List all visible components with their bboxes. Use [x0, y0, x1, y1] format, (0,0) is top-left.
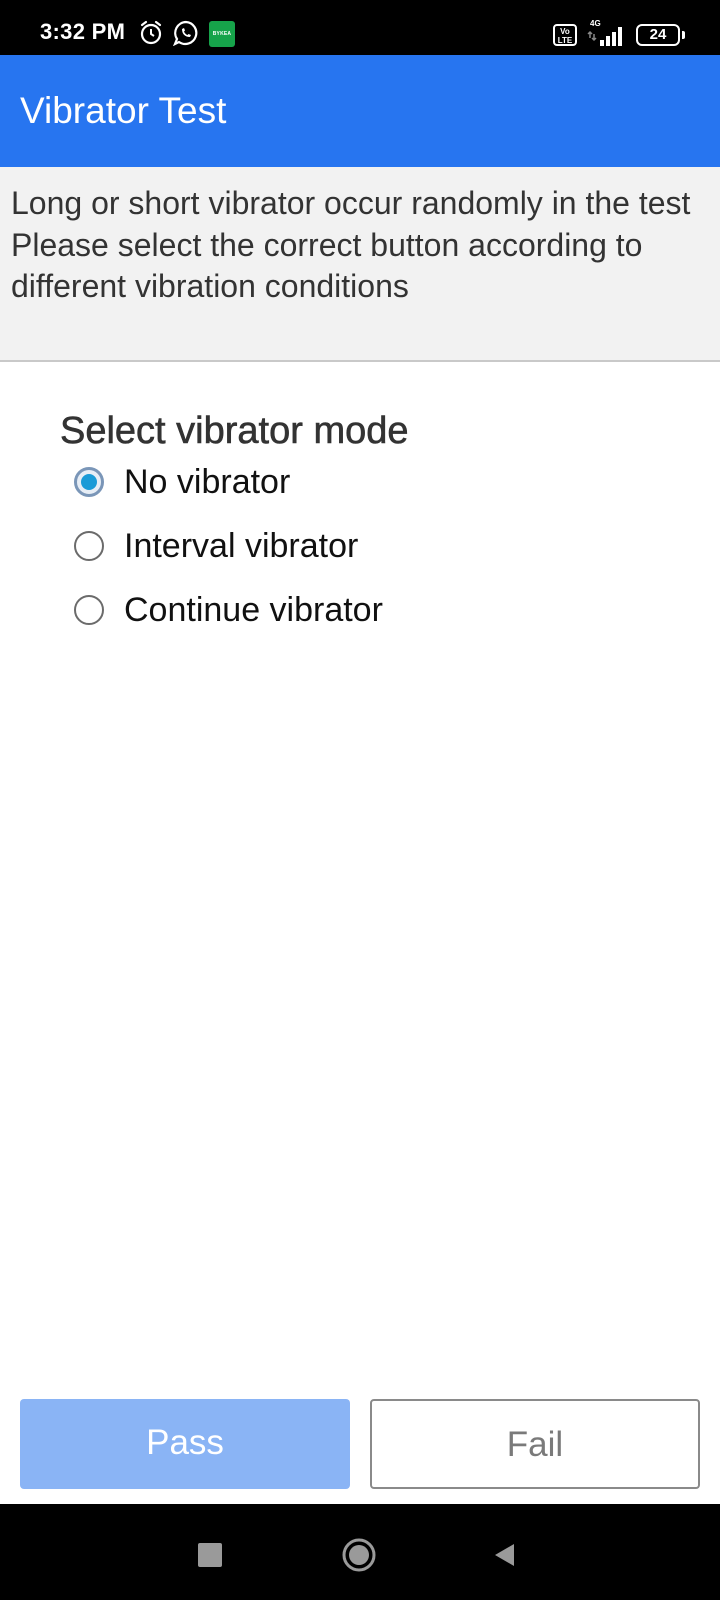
navigation-bar	[0, 1504, 720, 1600]
radio-label: Continue vibrator	[124, 590, 383, 629]
mode-section-title: Select vibrator mode	[60, 410, 409, 453]
radio-option-no-vibrator[interactable]: No vibrator	[74, 460, 290, 504]
signal-icon	[587, 26, 627, 51]
radio-option-continue-vibrator[interactable]: Continue vibrator	[74, 588, 383, 632]
radio-button-checked[interactable]	[74, 467, 104, 497]
page-title: Vibrator Test	[20, 90, 227, 131]
radio-label: No vibrator	[124, 462, 291, 501]
fail-button[interactable]: Fail	[370, 1399, 700, 1489]
radio-label: Interval vibrator	[124, 526, 359, 565]
radio-dot	[81, 474, 97, 490]
volte-icon: Vo LTE	[553, 24, 577, 46]
bykea-app-icon: BYKEA	[209, 21, 235, 47]
radio-option-interval-vibrator[interactable]: Interval vibrator	[74, 524, 358, 568]
battery-icon: 24	[636, 24, 680, 46]
pass-button[interactable]: Pass	[20, 1399, 350, 1489]
status-bar: 3:32 PM BYKEA Vo LTE 4G 24	[0, 0, 720, 55]
home-icon[interactable]	[341, 1537, 377, 1573]
whatsapp-icon	[172, 20, 199, 51]
battery-tip	[682, 31, 685, 39]
test-description: Long or short vibrator occur randomly in…	[0, 167, 720, 362]
description-line-1: Long or short vibrator occur randomly in…	[11, 185, 691, 221]
screen: 3:32 PM BYKEA Vo LTE 4G 24 Vibrator Test…	[0, 0, 720, 1600]
status-time: 3:32 PM	[40, 19, 126, 44]
description-line-2: Please select the correct button accordi…	[11, 226, 643, 305]
recents-icon[interactable]	[198, 1543, 222, 1567]
radio-button[interactable]	[74, 531, 104, 561]
app-bar: Vibrator Test	[0, 55, 720, 167]
alarm-icon	[139, 20, 163, 51]
back-icon[interactable]	[492, 1542, 518, 1568]
radio-button[interactable]	[74, 595, 104, 625]
